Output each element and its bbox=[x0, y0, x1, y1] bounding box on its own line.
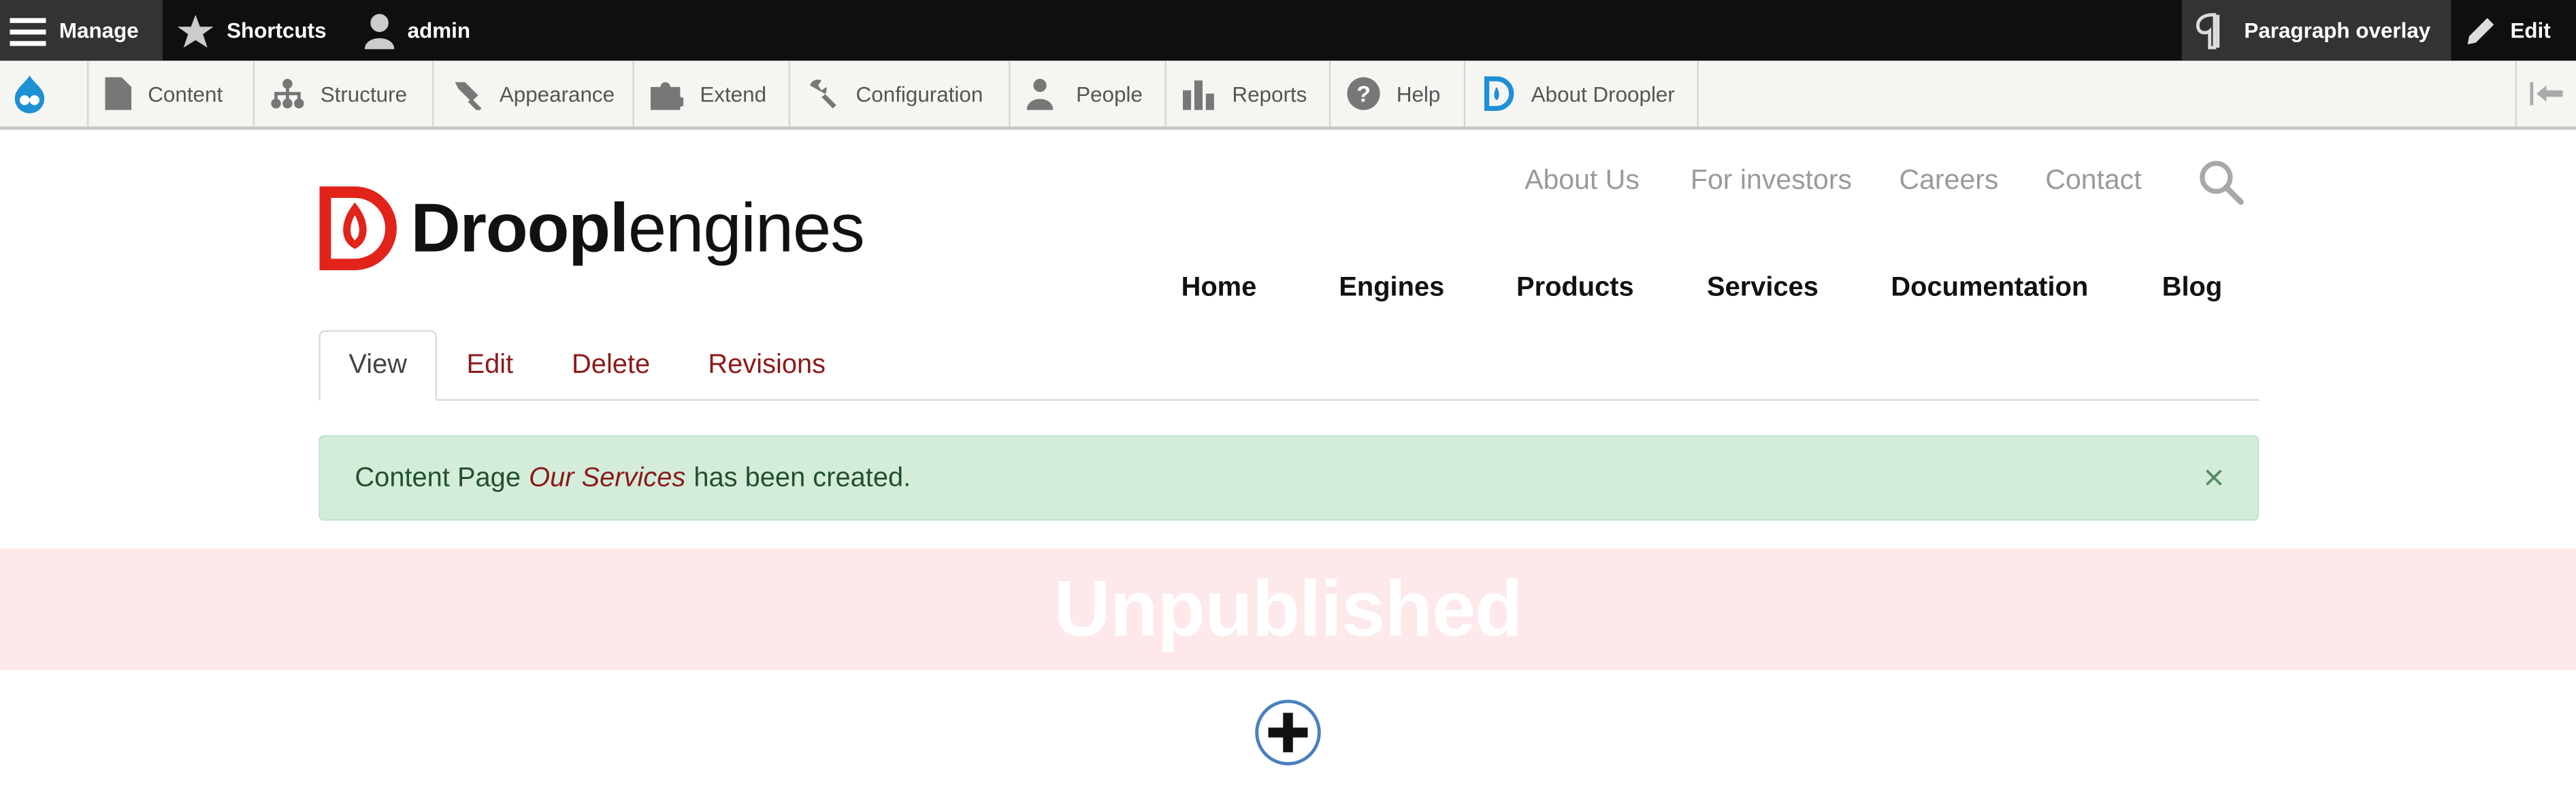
admin-menu-item-structure[interactable]: Structure bbox=[255, 61, 434, 127]
brush-icon bbox=[455, 82, 482, 110]
people-icon bbox=[1026, 78, 1054, 110]
tab-delete[interactable]: Delete bbox=[572, 330, 650, 399]
site-logo[interactable]: Drooplengines bbox=[319, 186, 865, 271]
paragraph-icon bbox=[2196, 12, 2220, 49]
secondary-nav-about-us[interactable]: About Us bbox=[1525, 164, 1640, 197]
unpublished-banner: Unpublished bbox=[0, 548, 2576, 670]
tab-view[interactable]: View bbox=[319, 330, 438, 401]
admin-menu-item-configuration[interactable]: Configuration bbox=[790, 61, 1011, 127]
puzzle-icon bbox=[650, 82, 684, 110]
tabs-divider bbox=[319, 399, 2260, 401]
message-prefix: Content Page bbox=[355, 462, 521, 492]
bar-chart-icon bbox=[1183, 80, 1214, 110]
status-message: Content Page Our Services has been creat… bbox=[319, 435, 2260, 521]
search-icon[interactable] bbox=[2198, 159, 2245, 205]
user-tab[interactable]: admin bbox=[364, 0, 471, 61]
admin-menu-label: Extend bbox=[700, 81, 767, 106]
wrench-icon bbox=[810, 80, 836, 109]
paragraph-overlay-label: Paragraph overlay bbox=[2244, 18, 2431, 43]
plus-icon bbox=[1268, 712, 1308, 753]
drupal-icon bbox=[14, 76, 45, 114]
admin-menu-label: About Droopler bbox=[1531, 81, 1675, 106]
shortcuts-tab[interactable]: Shortcuts bbox=[177, 0, 327, 61]
edit-mode-button[interactable]: Edit bbox=[2464, 0, 2551, 61]
admin-menu-label: Structure bbox=[320, 81, 408, 106]
logo-wordmark: Drooplengines bbox=[410, 193, 864, 263]
admin-menu-label: Reports bbox=[1232, 81, 1307, 106]
droopler-icon bbox=[1484, 76, 1514, 111]
logo-light-text: engines bbox=[627, 188, 865, 267]
file-icon bbox=[105, 77, 132, 110]
main-nav-products[interactable]: Products bbox=[1516, 273, 1634, 304]
secondary-nav-contact[interactable]: Contact bbox=[2045, 164, 2141, 197]
star-icon bbox=[177, 14, 214, 47]
hamburger-icon bbox=[10, 17, 46, 46]
add-paragraph-button[interactable] bbox=[1255, 699, 1321, 765]
svg-text:?: ? bbox=[1356, 82, 1371, 108]
collapse-toolbar-button[interactable] bbox=[2515, 61, 2576, 127]
message-suffix: has been created. bbox=[694, 462, 911, 492]
admin-menu-item-reports[interactable]: Reports bbox=[1167, 61, 1331, 127]
main-nav-engines[interactable]: Engines bbox=[1339, 273, 1444, 304]
admin-menu-label: People bbox=[1076, 81, 1143, 106]
tab-edit[interactable]: Edit bbox=[467, 330, 514, 399]
collapse-icon bbox=[2530, 82, 2563, 105]
admin-menu-label: Help bbox=[1396, 81, 1441, 106]
help-icon: ? bbox=[1347, 77, 1380, 110]
logo-bold-text: Droopl bbox=[410, 188, 629, 267]
droopler-logo-icon bbox=[319, 186, 397, 271]
main-nav-blog[interactable]: Blog bbox=[2162, 273, 2223, 304]
manage-tab[interactable]: Manage bbox=[0, 0, 163, 61]
user-label: admin bbox=[407, 18, 471, 43]
admin-menu-item-content[interactable]: Content bbox=[88, 61, 255, 127]
admin-menu-bar: Content Structure Appearance Extend Conf… bbox=[0, 61, 2576, 130]
admin-menu-item-help[interactable]: ? Help bbox=[1331, 61, 1466, 127]
secondary-nav-careers[interactable]: Careers bbox=[1899, 164, 1998, 197]
admin-menu-item-people[interactable]: People bbox=[1011, 61, 1167, 127]
home-drupal-link[interactable] bbox=[0, 61, 89, 127]
main-nav-home[interactable]: Home bbox=[1181, 273, 1257, 304]
main-nav-documentation[interactable]: Documentation bbox=[1891, 273, 2088, 304]
admin-toolbar: Manage Shortcuts admin Paragraph overlay… bbox=[0, 0, 2576, 61]
paragraph-overlay-button[interactable]: Paragraph overlay bbox=[2181, 0, 2451, 61]
structure-icon bbox=[271, 78, 304, 109]
edit-label: Edit bbox=[2510, 18, 2551, 43]
unpublished-label: Unpublished bbox=[1054, 565, 1523, 653]
admin-menu-label: Appearance bbox=[499, 81, 615, 106]
main-nav-services[interactable]: Services bbox=[1707, 273, 1819, 304]
manage-label: Manage bbox=[59, 18, 139, 43]
shortcuts-label: Shortcuts bbox=[227, 18, 327, 43]
tab-revisions[interactable]: Revisions bbox=[708, 330, 826, 399]
admin-menu-item-extend[interactable]: Extend bbox=[634, 61, 791, 127]
admin-menu-label: Configuration bbox=[855, 81, 983, 106]
pencil-icon bbox=[2467, 17, 2494, 44]
admin-menu-label: Content bbox=[148, 81, 223, 106]
secondary-nav-for-investors[interactable]: For investors bbox=[1691, 164, 1852, 197]
admin-menu-item-appearance[interactable]: Appearance bbox=[434, 61, 634, 127]
close-icon[interactable]: × bbox=[2203, 459, 2224, 496]
user-icon bbox=[364, 13, 395, 49]
admin-menu-item-about-droopler[interactable]: About Droopler bbox=[1465, 61, 1699, 127]
message-node-link[interactable]: Our Services bbox=[529, 463, 685, 494]
